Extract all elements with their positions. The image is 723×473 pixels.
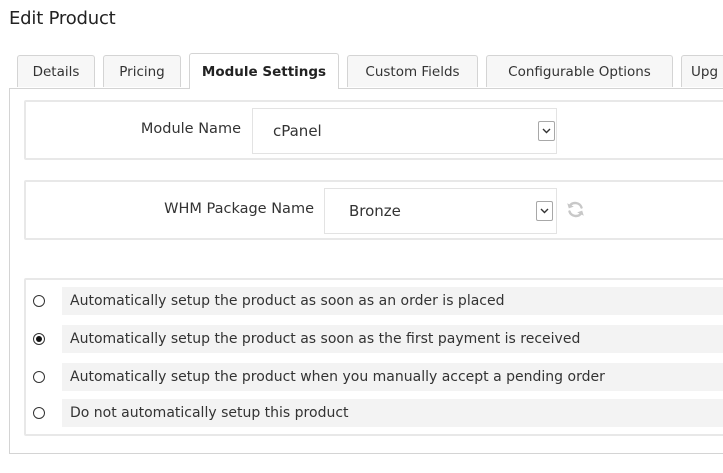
tab-label: Custom Fields: [365, 63, 460, 80]
tab-label: Configurable Options: [508, 63, 651, 80]
tab-upgrades[interactable]: Upg: [681, 55, 723, 87]
radio-button[interactable]: [33, 295, 45, 307]
tab-custom-fields[interactable]: Custom Fields: [347, 55, 478, 87]
module-name-value: cPanel: [273, 122, 322, 140]
module-name-row: Module Name cPanel: [24, 100, 723, 160]
page-title: Edit Product: [9, 8, 116, 29]
auto-setup-option: Automatically setup the product as soon …: [26, 325, 723, 353]
chevron-down-icon[interactable]: [538, 121, 555, 141]
package-name-select[interactable]: Bronze: [324, 188, 557, 234]
option-label[interactable]: Automatically setup the product as soon …: [62, 287, 723, 315]
auto-setup-option: Do not automatically setup this product: [26, 399, 723, 427]
tab-module-settings[interactable]: Module Settings: [189, 53, 339, 89]
auto-setup-option: Automatically setup the product as soon …: [26, 287, 723, 315]
tab-label: Pricing: [119, 63, 165, 80]
tab-label: Details: [32, 63, 80, 80]
tab-pricing[interactable]: Pricing: [103, 55, 181, 87]
package-name-value: Bronze: [349, 202, 401, 220]
package-name-label: WHM Package Name: [164, 201, 314, 217]
option-label[interactable]: Automatically setup the product when you…: [62, 363, 723, 391]
auto-setup-option: Automatically setup the product when you…: [26, 363, 723, 391]
radio-button[interactable]: [33, 371, 45, 383]
option-label[interactable]: Automatically setup the product as soon …: [62, 325, 723, 353]
module-name-select[interactable]: cPanel: [252, 108, 557, 154]
chevron-down-icon[interactable]: [536, 201, 553, 221]
option-label[interactable]: Do not automatically setup this product: [62, 399, 723, 427]
tab-label: Module Settings: [201, 63, 327, 80]
tab-label: Upg: [691, 63, 719, 80]
tab-configurable-options[interactable]: Configurable Options: [486, 55, 673, 87]
auto-setup-options: Automatically setup the product as soon …: [24, 278, 723, 436]
refresh-icon[interactable]: [566, 201, 585, 222]
tab-details[interactable]: Details: [17, 55, 95, 87]
radio-button[interactable]: [33, 407, 45, 419]
package-name-row: WHM Package Name Bronze: [24, 180, 723, 240]
radio-button[interactable]: [33, 333, 45, 345]
module-name-label: Module Name: [140, 121, 241, 137]
